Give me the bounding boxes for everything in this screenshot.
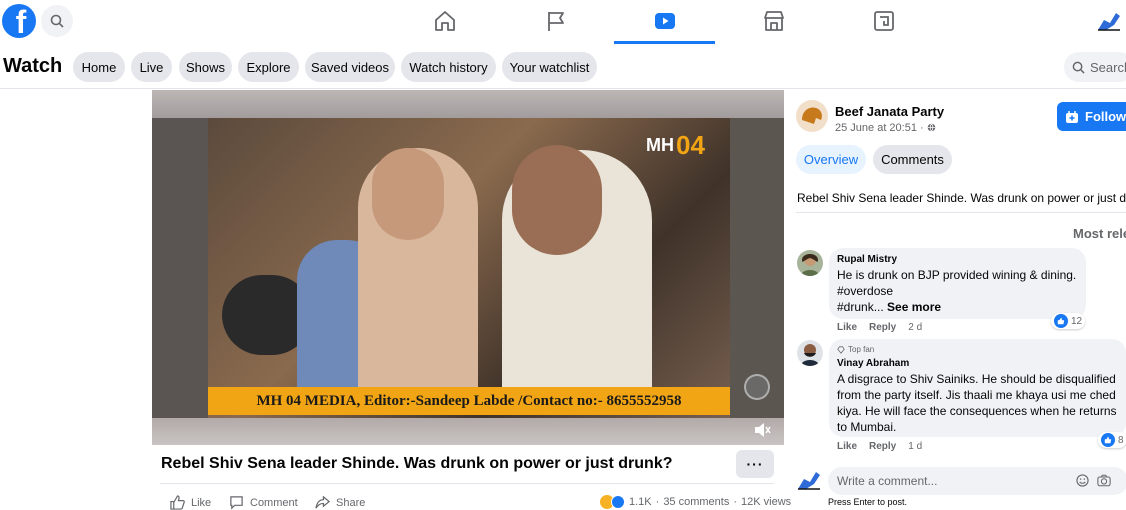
page-avatar[interactable]	[796, 100, 828, 132]
emoji-icon[interactable]	[1076, 474, 1089, 487]
watch-search-input[interactable]: Search	[1064, 52, 1126, 82]
comment-line: kiya. He will face the consequences when…	[837, 404, 1117, 418]
comment-reply-link[interactable]: Reply	[869, 322, 896, 333]
follow-label: Follow	[1085, 109, 1126, 124]
pill-your-watchlist[interactable]: Your watchlist	[502, 52, 597, 82]
active-tab-indicator	[614, 41, 715, 44]
comment-reply-link[interactable]: Reply	[869, 441, 896, 452]
badge-label: Top fan	[848, 345, 875, 354]
post-caption: Rebel Shiv Sena leader Shinde. Was drunk…	[797, 191, 1126, 205]
comment-reactions[interactable]: 8	[1098, 432, 1126, 448]
comment-line: to Mumbai.	[837, 420, 897, 434]
like-reaction-icon	[1054, 314, 1068, 328]
gaming-icon[interactable]	[871, 8, 897, 34]
composer-avatar-icon	[796, 468, 822, 492]
like-label: Like	[191, 496, 212, 509]
globe-icon	[927, 123, 936, 132]
page-title: Watch	[3, 55, 63, 77]
tab-comments[interactable]: Comments	[873, 145, 952, 174]
pill-saved-videos[interactable]: Saved videos	[305, 52, 395, 82]
video-title: Rebel Shiv Sena leader Shinde. Was drunk…	[161, 455, 673, 472]
comment-age[interactable]: 2 d	[908, 322, 922, 333]
comment-line: from the party itself. Jis thaali me kha…	[837, 388, 1116, 402]
video-letterbox-bottom	[152, 418, 784, 445]
comment-sort-dropdown[interactable]: Most rele	[1073, 226, 1126, 241]
follow-icon	[1066, 110, 1078, 123]
top-fan-badge: Top fan	[837, 345, 874, 354]
search-icon	[50, 14, 64, 28]
reaction-count: 8	[1118, 434, 1124, 446]
like-reaction-icon	[611, 495, 625, 509]
comment-label: Comment	[250, 496, 298, 509]
reaction-count[interactable]: 1.1K	[629, 496, 652, 508]
share-label: Share	[336, 496, 366, 509]
record-circle-icon	[744, 374, 770, 400]
tab-overview[interactable]: Overview	[796, 145, 866, 174]
diamond-icon	[837, 345, 845, 354]
marketplace-icon[interactable]	[761, 8, 787, 34]
video-letterbox-right	[730, 118, 784, 418]
comment-reactions[interactable]: 12	[1051, 313, 1086, 329]
commenter-name[interactable]: Vinay Abraham	[837, 358, 909, 369]
like-reaction-icon	[1101, 433, 1115, 447]
views-count: 12K views	[741, 496, 792, 508]
video-banner-text: MH 04 MEDIA, Editor:-Sandeep Labde /Cont…	[208, 387, 730, 415]
separator-dot: ·	[655, 496, 660, 508]
video-person-head	[512, 145, 602, 255]
divider	[160, 483, 774, 484]
pill-explore[interactable]: Explore	[238, 52, 299, 82]
composer-hint: Press Enter to post.	[828, 497, 908, 507]
watermark-number: 04	[676, 129, 705, 160]
watermark-text: MH	[646, 134, 674, 155]
comment-like-link[interactable]: Like	[837, 322, 857, 333]
comment-line: He is drunk on BJP provided wining & din…	[837, 268, 1077, 282]
video-stats: 1.1K · 35 comments · 12K views	[600, 495, 791, 509]
search-icon	[1072, 61, 1085, 74]
avatar[interactable]	[797, 250, 823, 276]
video-player[interactable]: MH 04 MH 04 MEDIA, Editor:-Sandeep Labde …	[152, 90, 784, 445]
more-options-button[interactable]: ···	[736, 450, 774, 478]
post-date[interactable]: 25 June at 20:51 ·	[835, 122, 936, 134]
pill-watch-history[interactable]: Watch history	[401, 52, 496, 82]
video-letterbox-top	[152, 90, 784, 118]
comment-actions: Like Reply 2 d	[837, 322, 922, 333]
search-button[interactable]	[41, 5, 73, 37]
logo-letter: f	[15, 4, 27, 38]
page-name[interactable]: Beef Janata Party	[835, 104, 944, 119]
reaction-count: 12	[1071, 315, 1083, 327]
comment-line: A disgrace to Shiv Sainiks. He should be…	[837, 372, 1116, 386]
comment-line-text: #drunk...	[837, 300, 888, 314]
watch-icon[interactable]	[652, 8, 678, 34]
camera-icon[interactable]	[1097, 474, 1111, 487]
pill-shows[interactable]: Shows	[179, 52, 232, 82]
comment-actions: Like Reply 1 d	[837, 441, 922, 452]
profile-avatar-icon[interactable]	[1096, 10, 1122, 32]
watch-header: Watch Home Live Shows Explore Saved vide…	[0, 45, 1126, 89]
channel-watermark: MH 04	[646, 124, 726, 166]
comment-age[interactable]: 1 d	[908, 441, 922, 452]
video-letterbox-left	[152, 118, 208, 418]
pages-flag-icon[interactable]	[543, 8, 569, 34]
comment-line: #overdose	[837, 284, 894, 298]
commenter-name[interactable]: Rupal Mistry	[837, 254, 897, 265]
pill-home[interactable]: Home	[73, 52, 125, 82]
home-icon[interactable]	[432, 8, 458, 34]
comment-input[interactable]: Write a comment...	[828, 467, 1126, 495]
search-placeholder: Search	[1090, 59, 1126, 75]
avatar[interactable]	[797, 340, 823, 366]
pill-live[interactable]: Live	[131, 52, 172, 82]
separator-dot: ·	[733, 496, 738, 508]
comment-line: #drunk... See more	[837, 299, 941, 315]
facebook-logo-icon[interactable]: f	[2, 4, 36, 38]
post-date-text: 25 June at 20:51 ·	[835, 122, 927, 134]
video-person-head	[372, 148, 444, 240]
see-more-link[interactable]: See more	[887, 300, 941, 314]
comments-count[interactable]: 35 comments	[663, 496, 729, 508]
comment-like-link[interactable]: Like	[837, 441, 857, 452]
follow-button[interactable]: Follow	[1057, 102, 1126, 131]
divider	[796, 212, 1126, 213]
volume-muted-icon[interactable]	[754, 422, 772, 438]
top-navigation-bar: f	[0, 0, 1126, 44]
comment-placeholder: Write a comment...	[837, 474, 938, 488]
